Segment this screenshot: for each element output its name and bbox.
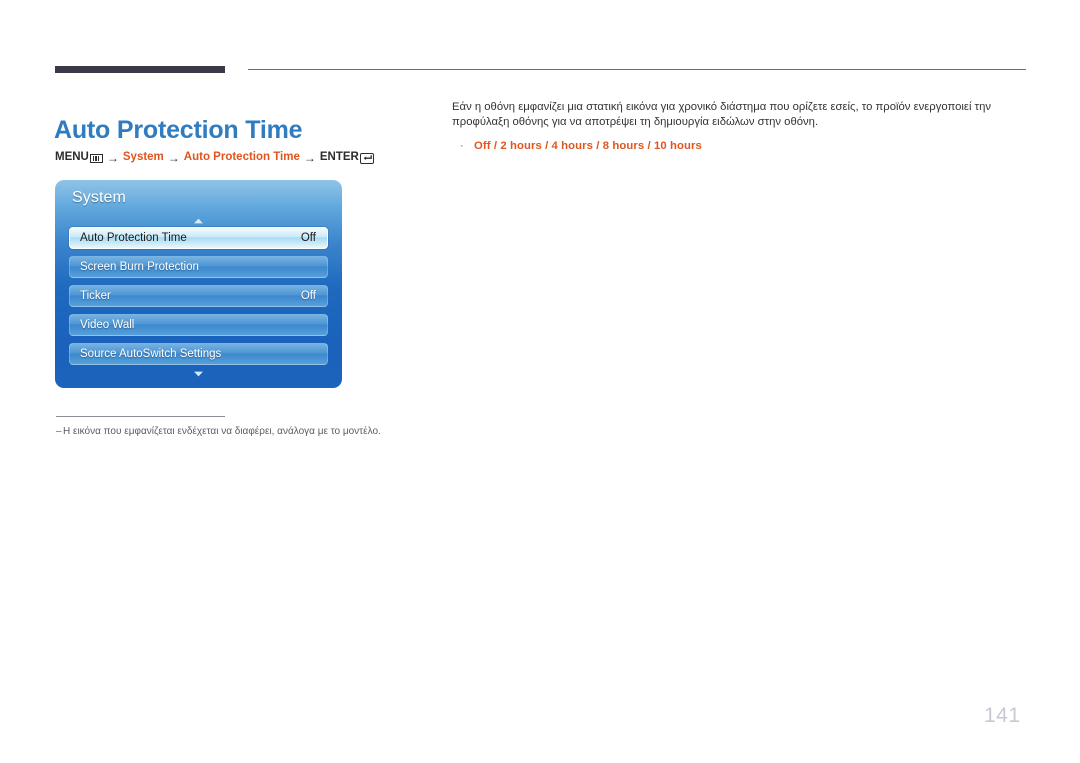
options-values: Off / 2 hours / 4 hours / 8 hours / 10 h… <box>474 140 702 152</box>
osd-panel-system: System Auto Protection Time Off Screen B… <box>55 180 342 388</box>
menu-path-segment-system: System <box>122 151 164 164</box>
osd-row-value: Off <box>300 290 316 302</box>
chevron-down-icon[interactable] <box>55 370 342 379</box>
osd-row-auto-protection-time[interactable]: Auto Protection Time Off <box>69 227 328 249</box>
osd-row-label: Source AutoSwitch Settings <box>80 348 222 360</box>
osd-panel-title: System <box>72 189 126 206</box>
menu-path-enter-label: ENTER <box>319 151 359 164</box>
menu-path-segment-auto-protection-time: Auto Protection Time <box>183 151 300 164</box>
options-bullet-line: · Off / 2 hours / 4 hours / 8 hours / 10… <box>452 139 1000 153</box>
osd-row-label: Ticker <box>80 290 111 302</box>
osd-row-value: Off <box>300 232 316 244</box>
osd-row-label: Auto Protection Time <box>80 232 187 244</box>
osd-row-video-wall[interactable]: Video Wall <box>69 314 328 336</box>
description-paragraph: Εάν η οθόνη εμφανίζει μια στατική εικόνα… <box>452 101 992 128</box>
enter-return-icon <box>360 152 375 164</box>
osd-row-screen-burn-protection[interactable]: Screen Burn Protection <box>69 256 328 278</box>
menu-path-arrow-2: → <box>167 151 180 165</box>
footnote-text: Η εικόνα που εμφανίζεται ενδέχεται να δι… <box>63 426 381 437</box>
osd-row-label: Screen Burn Protection <box>80 261 199 273</box>
menu-path-breadcrumb: MENU → System → Auto Protection Time → E… <box>55 151 375 165</box>
osd-row-label: Video Wall <box>80 319 135 331</box>
description-block: Εάν η οθόνη εμφανίζει μια στατική εικόνα… <box>452 100 1000 153</box>
bullet-icon: · <box>460 140 464 152</box>
osd-menu-list: Auto Protection Time Off Screen Burn Pro… <box>69 227 328 372</box>
footnote-dash: – <box>56 426 62 437</box>
header-rule-thin <box>248 69 1026 70</box>
menu-bars-icon <box>89 153 103 163</box>
footnote-rule <box>56 416 225 417</box>
header-rule-thick <box>55 66 225 73</box>
page-number: 141 <box>984 704 1021 727</box>
menu-path-arrow-3: → <box>303 151 316 165</box>
chevron-up-icon[interactable] <box>55 217 342 226</box>
menu-path-menu-label: MENU <box>55 151 89 164</box>
osd-row-ticker[interactable]: Ticker Off <box>69 285 328 307</box>
footnote: –Η εικόνα που εμφανίζεται ενδέχεται να δ… <box>56 425 381 438</box>
menu-path-arrow-1: → <box>106 151 119 165</box>
page-title: Auto Protection Time <box>54 115 303 144</box>
osd-row-source-autoswitch-settings[interactable]: Source AutoSwitch Settings <box>69 343 328 365</box>
